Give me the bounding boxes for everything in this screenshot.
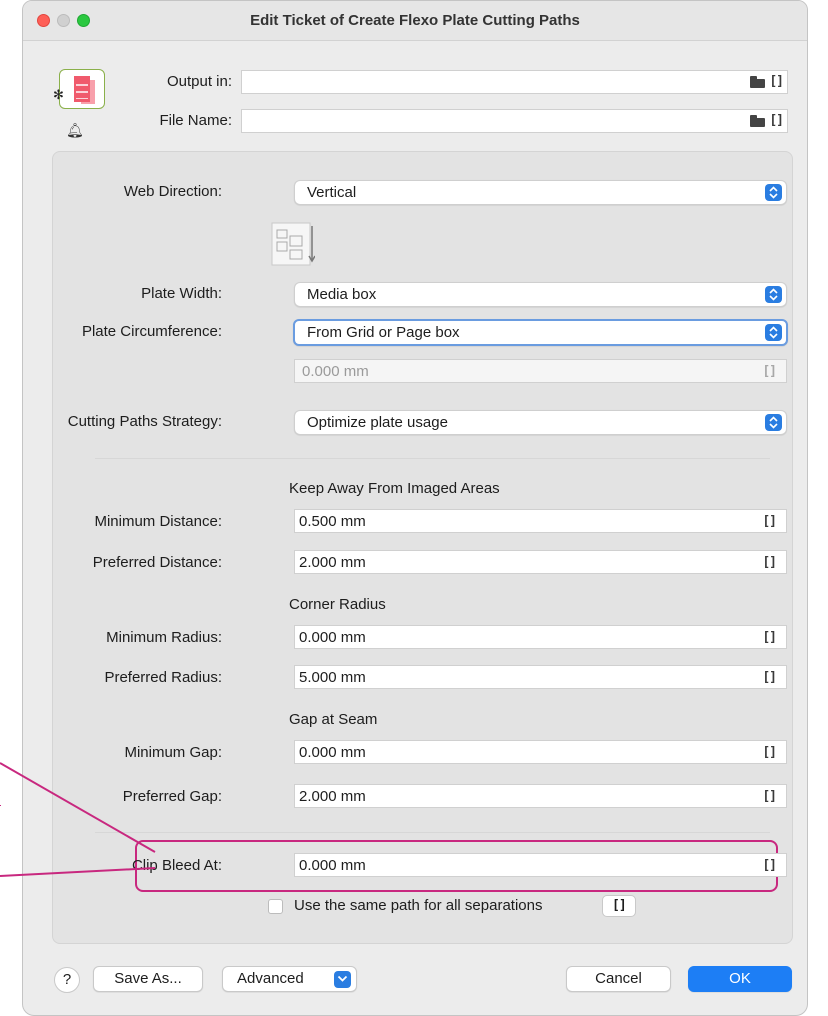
callout-pointer — [0, 762, 156, 877]
